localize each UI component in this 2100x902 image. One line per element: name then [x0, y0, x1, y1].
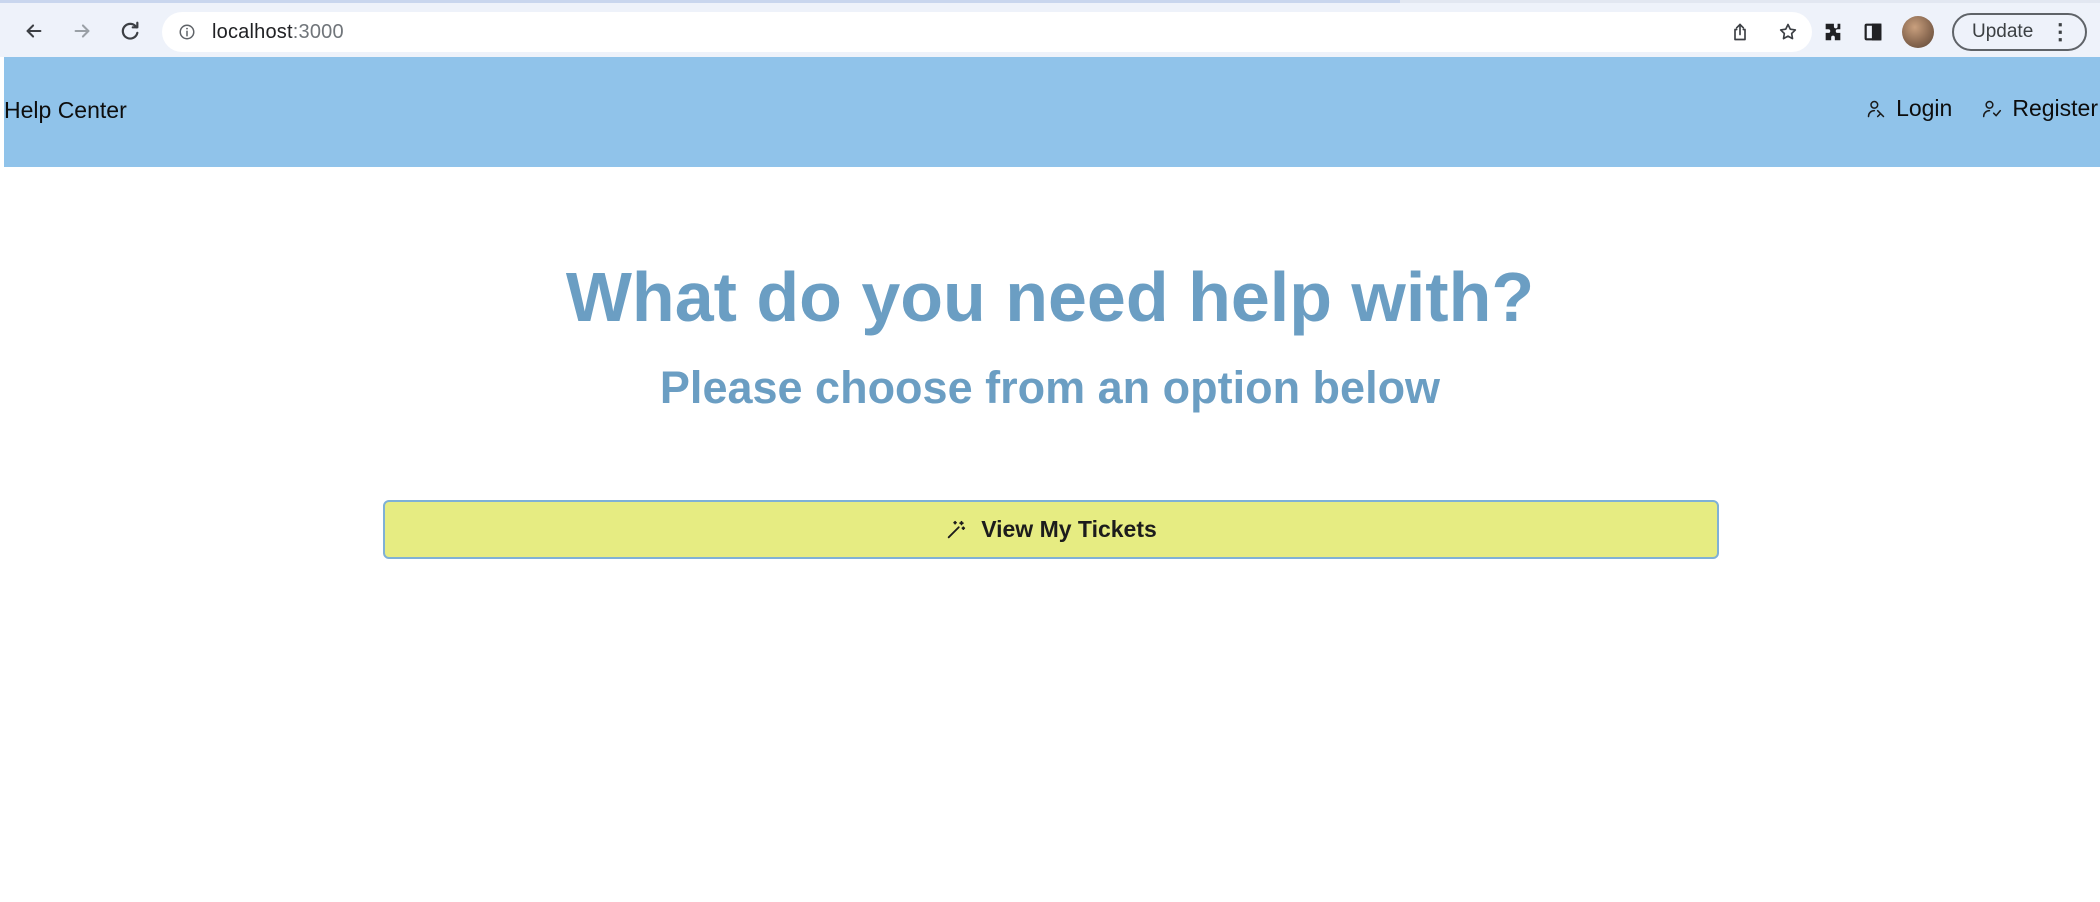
info-icon[interactable] [178, 22, 198, 42]
view-my-tickets-label: View My Tickets [981, 516, 1157, 542]
url-host: localhost [212, 20, 293, 43]
address-bar[interactable]: localhost:3000 [162, 12, 1812, 52]
brand-link[interactable]: Help Center [4, 97, 127, 124]
register-link[interactable]: Register [1982, 95, 2098, 122]
reload-icon[interactable] [114, 15, 146, 47]
url-text: localhost:3000 [212, 21, 344, 44]
browser-toolbar: localhost:3000 Update ⋮ [0, 0, 2100, 57]
tab-strip [1400, 0, 2100, 3]
url-port: :3000 [292, 20, 344, 43]
star-icon[interactable] [1778, 22, 1798, 42]
main-content: What do you need help with? Please choos… [0, 167, 2100, 902]
login-label: Login [1896, 95, 1953, 121]
share-icon[interactable] [1730, 22, 1750, 42]
forward-icon[interactable] [66, 15, 98, 47]
view-my-tickets-button[interactable]: View My Tickets [383, 500, 1719, 559]
magic-wand-icon [945, 519, 967, 541]
app-header: Help Center Login Register [4, 57, 2100, 167]
back-icon[interactable] [18, 15, 50, 47]
login-link[interactable]: Login [1866, 95, 1952, 122]
auth-nav: Login Register [1866, 95, 2098, 122]
register-icon [1982, 99, 2002, 119]
kebab-icon[interactable]: ⋮ [2049, 21, 2071, 43]
register-label: Register [2012, 95, 2098, 121]
update-label: Update [1972, 21, 2034, 42]
page-subtitle: Please choose from an option below [659, 362, 1441, 413]
page-title: What do you need help with? [565, 258, 1535, 336]
login-icon [1866, 99, 1886, 119]
avatar[interactable] [1902, 16, 1934, 48]
side-panel-icon[interactable] [1862, 21, 1884, 43]
extensions-icon[interactable] [1822, 21, 1844, 43]
update-button[interactable]: Update ⋮ [1952, 13, 2088, 51]
